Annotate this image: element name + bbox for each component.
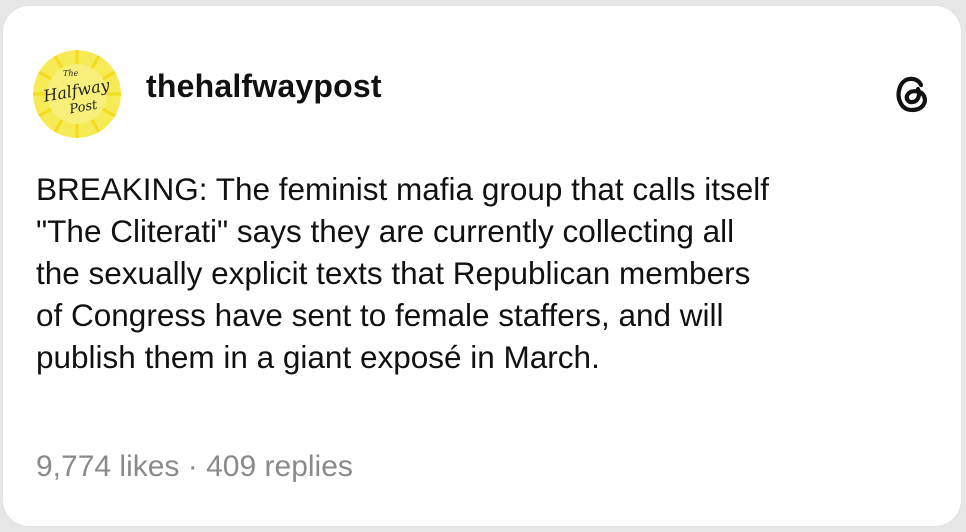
stats-separator: · [187,450,198,483]
replies-count[interactable]: 409 replies [206,450,353,483]
post-card: The Halfway Post thehalfwaypost BREAKING… [3,6,961,526]
post-body-text: BREAKING: The feminist mafia group that … [36,171,769,375]
likes-count[interactable]: 9,774 likes [36,450,179,483]
username[interactable]: thehalfwaypost [146,68,382,105]
avatar[interactable]: The Halfway Post [33,50,121,138]
avatar-text-top: The [63,69,78,78]
halfway-post-logo-icon: The Halfway Post [33,50,121,138]
threads-logo-icon[interactable] [891,72,933,114]
post-stats: 9,774 likes · 409 replies [36,450,353,484]
